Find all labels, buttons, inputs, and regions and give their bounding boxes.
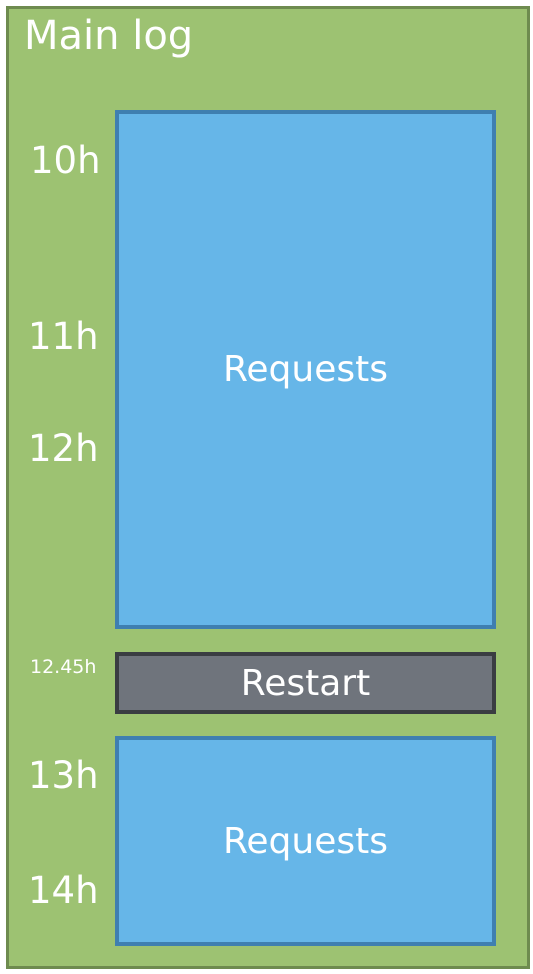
time-label-10h: 10h: [30, 139, 101, 182]
time-label-12h: 12h: [28, 427, 99, 470]
time-label-13h: 13h: [28, 754, 99, 797]
restart-block: Restart: [115, 652, 496, 714]
requests-block-morning: Requests: [115, 110, 496, 629]
time-label-11h: 11h: [28, 315, 99, 358]
main-log-title: Main log: [24, 13, 194, 59]
requests-block-label: Requests: [223, 820, 388, 862]
time-label-12-45h: 12.45h: [30, 656, 97, 678]
time-label-14h: 14h: [28, 869, 99, 912]
requests-block-label: Requests: [223, 349, 388, 390]
requests-block-afternoon: Requests: [115, 736, 496, 946]
restart-block-label: Restart: [240, 662, 371, 704]
